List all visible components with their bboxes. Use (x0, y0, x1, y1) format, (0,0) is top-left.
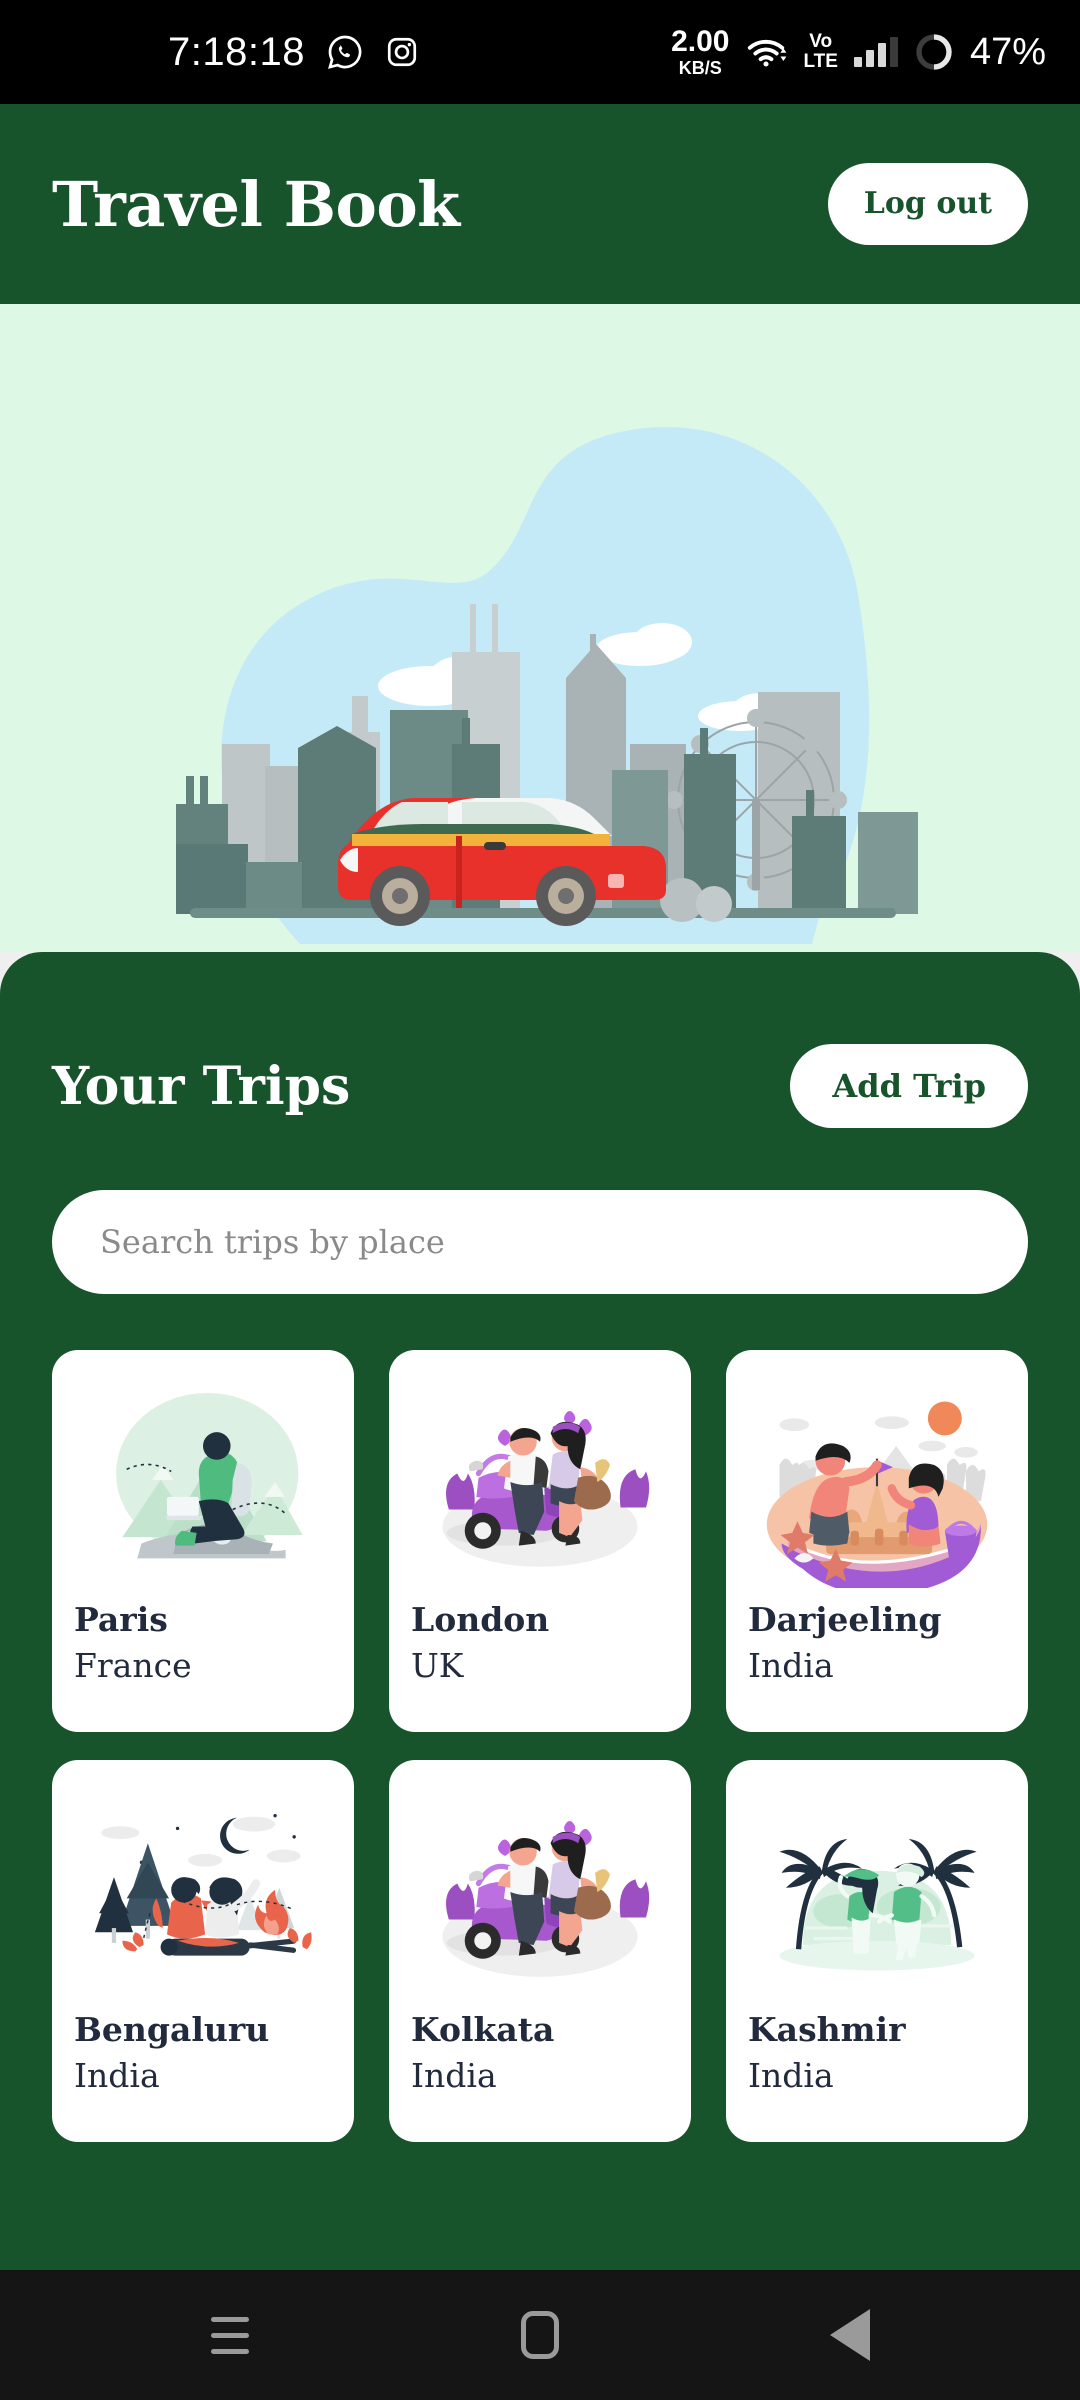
android-nav-bar (0, 2270, 1080, 2400)
trip-card[interactable]: Bengaluru India (52, 1760, 354, 2142)
hero-illustration (0, 304, 1080, 952)
volte-bottom: LTE (803, 51, 838, 72)
trips-grid: Paris France London UK Darjeeling India … (52, 1350, 1028, 2142)
network-speed-value: 2.00 (671, 25, 730, 58)
back-icon[interactable] (805, 2290, 895, 2380)
palm-beach-couple-illustration (748, 1786, 1006, 1998)
trip-city: London (411, 1600, 550, 1639)
trip-city: Darjeeling (748, 1600, 942, 1639)
status-clock: 7:18:18 (168, 29, 305, 74)
trip-card[interactable]: Kolkata India (389, 1760, 691, 2142)
campfire-night-illustration (74, 1786, 332, 1998)
trip-country: India (74, 2056, 160, 2096)
signal-bars-icon (853, 37, 898, 67)
mountain-hiker-illustration (74, 1376, 332, 1588)
trip-country: UK (411, 1646, 464, 1686)
scooter-couple-illustration (411, 1376, 669, 1588)
status-bar-left: 7:18:18 (168, 30, 419, 75)
whatsapp-icon (327, 34, 363, 70)
wifi-icon (745, 35, 787, 69)
volte-indicator: Vo LTE (803, 32, 837, 72)
trip-card[interactable]: London UK (389, 1350, 691, 1732)
logout-button[interactable]: Log out (827, 163, 1028, 245)
trip-card[interactable]: Paris France (52, 1350, 354, 1732)
network-speed-unit: KB/S (678, 58, 722, 78)
instagram-icon (385, 35, 419, 69)
status-bar-right: 2.00 KB/S Vo LTE 47% (671, 25, 1046, 78)
trips-panel: Your Trips Add Trip Search trips by plac… (0, 952, 1080, 2270)
trip-city: Kashmir (748, 2010, 906, 2049)
city-skyline-with-red-car-illustration (0, 304, 1080, 952)
trip-city: Paris (74, 1600, 168, 1639)
volte-top: Vo (809, 31, 833, 53)
trip-country: India (411, 2056, 497, 2096)
home-icon[interactable] (495, 2290, 585, 2380)
trip-city: Bengaluru (74, 2010, 270, 2049)
beach-sandcastle-illustration (748, 1376, 1006, 1588)
trip-country: India (748, 2056, 834, 2096)
app-header: Travel Book Log out (0, 104, 1080, 304)
phone-screen: 7:18:18 2.00 KB/S Vo LTE 47% Travel Book… (0, 0, 1080, 2400)
search-input[interactable] (52, 1190, 1028, 1294)
status-bar: 7:18:18 2.00 KB/S Vo LTE 47% (0, 0, 1080, 104)
battery-circle-icon (914, 32, 954, 72)
add-trip-button[interactable]: Add Trip (790, 1044, 1028, 1128)
trip-card[interactable]: Kashmir India (726, 1760, 1028, 2142)
recents-icon[interactable] (185, 2290, 275, 2380)
page-title: Travel Book (52, 167, 460, 241)
battery-percent: 47% (969, 30, 1046, 73)
trip-city: Kolkata (411, 2010, 555, 2049)
trip-country: India (748, 1646, 834, 1686)
scooter-couple-illustration (411, 1786, 669, 1998)
trip-card[interactable]: Darjeeling India (726, 1350, 1028, 1732)
trip-country: France (74, 1646, 192, 1686)
search-bar (52, 1190, 1028, 1294)
network-speed-indicator: 2.00 KB/S (671, 25, 730, 78)
trips-section-title: Your Trips (52, 1055, 351, 1117)
trips-panel-header: Your Trips Add Trip (52, 1044, 1028, 1128)
